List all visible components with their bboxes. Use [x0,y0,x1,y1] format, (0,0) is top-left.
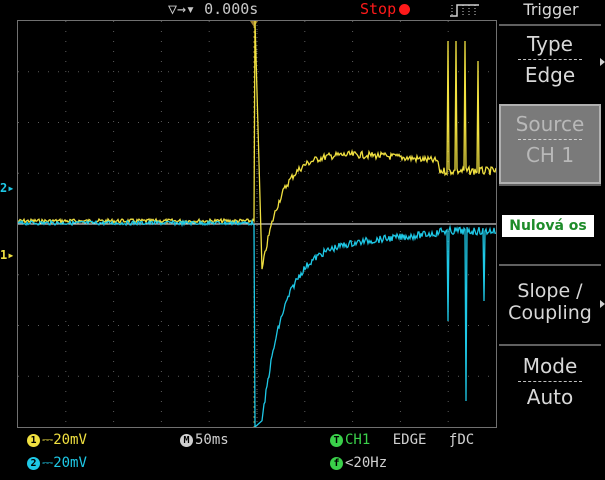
time-offset-value: 0.000s [204,0,259,18]
menu-source-value: CH 1 [525,143,575,167]
frequency-readout: f <20Hz [330,455,387,471]
trigger-edge-rising-icon [450,4,479,17]
menu-separator [518,59,582,60]
trigger-source-value: CH1 [345,432,371,448]
timebase-badge-icon: M [180,434,193,447]
run-state-indicator: Stop [360,0,411,18]
menu-mode-button[interactable]: Mode Auto [499,344,601,426]
ch2-badge-icon: 2 [27,457,40,470]
dc-coupling-icon: ⎓ [42,455,54,471]
timebase-value: 50ms [195,432,229,448]
trigger-badge-icon: T [330,434,343,447]
frequency-value: <20Hz [345,455,388,471]
trigger-coupling-value: DC [457,432,475,448]
ch2-scale-value: 20mV [53,455,87,471]
ch1-scale-value: 20mV [53,432,87,448]
menu-coupling-label: Coupling [508,302,592,324]
menu-separator [518,381,582,382]
menu-source-button[interactable]: Source CH 1 [499,104,601,184]
dc-coupling-icon: ⎓ [42,432,54,448]
menu-mode-value: Auto [526,385,574,409]
ch2-ground-marker: 2▸ [0,181,15,195]
menu-title: Trigger [523,0,579,19]
menu-slope-label: Slope / [517,280,583,302]
menu-type-label: Type [527,32,573,56]
ch1-ground-marker: 1▸ [0,248,15,262]
trigger-menu: Trigger Type Edge Source CH 1 Slope / Co… [497,0,605,480]
menu-slope-coupling-button[interactable]: Slope / Coupling [499,264,601,344]
time-offset-arrows-icon: ▽→▾ [168,0,196,18]
timebase-readout: M 50ms [180,432,229,448]
waveform-display [17,20,497,428]
top-status-bar: ▽→▾ 0.000s Stop [0,0,497,20]
frequency-badge-icon: f [330,457,343,470]
menu-source-label: Source [515,112,585,136]
menu-mode-label: Mode [522,354,578,378]
menu-type-value: Edge [524,63,576,87]
menu-separator [518,139,582,140]
zero-axis-annotation: Nulová os [502,215,594,237]
stop-dot-icon [399,4,411,15]
trigger-type-value: EDGE [392,432,427,448]
run-state-label: Stop [360,0,397,18]
waveform-graticule [18,21,496,427]
menu-slope-arrow-icon [600,300,605,308]
bottom-status-bar: 1 ⎓20mV 2 ⎓20mV M 50ms T CH1 EDGE ƒDC f <20Hz [0,428,497,480]
trigger-readout: T CH1 EDGE ƒDC [330,432,474,448]
ch2-scale-readout: 2 ⎓20mV [27,455,87,471]
time-offset-readout: ▽→▾ 0.000s [168,0,258,18]
menu-type-arrow-icon [600,58,605,66]
ch1-scale-readout: 1 ⎓20mV [27,432,87,448]
trigger-position-marker-icon [250,21,258,27]
ch1-badge-icon: 1 [27,434,40,447]
menu-type-button[interactable]: Type Edge [499,24,601,104]
